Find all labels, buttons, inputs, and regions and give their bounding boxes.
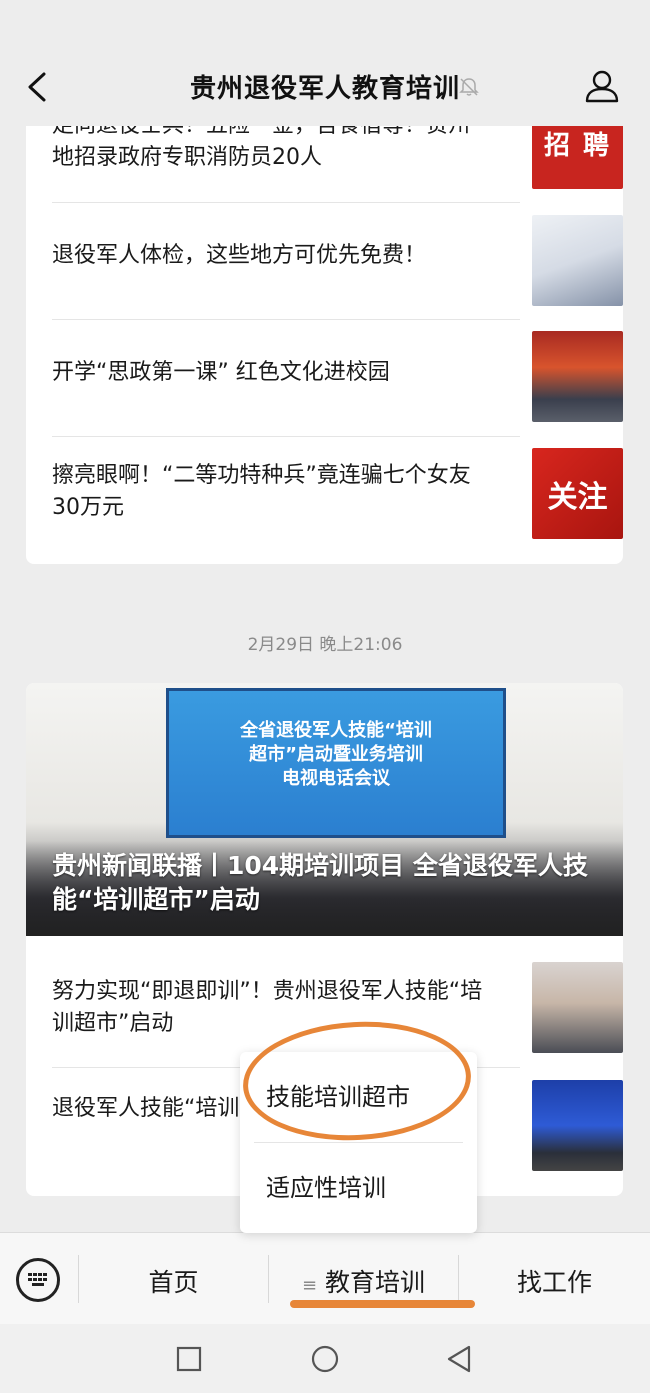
article-thumbnail (532, 215, 623, 306)
screen-text: 超市”启动暨业务培训 (249, 744, 423, 765)
menu-item-find-job[interactable]: 找工作 (459, 1263, 650, 1299)
screen-text: 全省退役军人技能“培训 (240, 720, 432, 741)
menu-item-label: 找工作 (516, 1268, 592, 1297)
article-title: 擦亮眼啊！“二等功特种兵”竟连骗七个女友30万元 (52, 463, 471, 520)
user-icon[interactable] (584, 68, 620, 104)
menu-item-home[interactable]: 首页 (79, 1263, 268, 1299)
hero-caption: 贵州新闻联播丨104期培训项目 全省退役军人技能“培训超市”启动 (52, 851, 588, 914)
menu-item-education-training[interactable]: ≡ 教育培训 (269, 1263, 458, 1299)
article-thumbnail (532, 962, 623, 1053)
menu-item-label: 教育培训 (325, 1268, 426, 1297)
submenu-item-adaptive-training[interactable]: 适应性培训 (240, 1143, 477, 1233)
article-title: 退役军人体检，这些地方可优先免费！ (52, 243, 427, 268)
article-title: 开学“思政第一课” 红色文化进校园 (52, 360, 390, 385)
system-navigation-bar (0, 1324, 650, 1393)
page-title: 贵州退役军人教育培训 (189, 74, 460, 104)
recent-apps-icon[interactable] (172, 1342, 206, 1376)
top-bar: 贵州退役军人教育培训 (0, 0, 650, 126)
bottom-menu-bar: 首页 ≡ 教育培训 找工作 (0, 1232, 650, 1324)
article-thumbnail (532, 1080, 623, 1171)
hero-image-screen: 全省退役军人技能“培训 超市”启动暨业务培训 电视电话会议 (166, 688, 506, 838)
article-thumbnail (532, 331, 623, 422)
keyboard-icon[interactable] (16, 1258, 60, 1302)
screen-text: 电视电话会议 (282, 768, 390, 789)
article-card-1: 走向退役士兵！五险一金，含食宿等！贵州一地招录政府专职消防员20人 招 聘 退役… (26, 96, 623, 564)
list-item[interactable]: 擦亮眼啊！“二等功特种兵”竟连骗七个女友30万元 关注 (52, 436, 623, 564)
mute-bell-icon (459, 78, 479, 96)
back-triangle-icon[interactable] (442, 1342, 476, 1376)
article-thumbnail: 关注 (532, 448, 623, 539)
message-timestamp: 2月29日 晚上21:06 (247, 635, 403, 655)
annotation-underline (290, 1300, 475, 1308)
thumbnail-label: 招 聘 (543, 131, 612, 161)
list-item[interactable]: 开学“思政第一课” 红色文化进校园 (52, 319, 623, 436)
menu-item-label: 首页 (148, 1268, 199, 1297)
hero-article[interactable]: 全省退役军人技能“培训 超市”启动暨业务培训 电视电话会议 贵州新闻联播丨104… (26, 683, 623, 936)
thumbnail-label: 关注 (547, 479, 608, 515)
home-circle-icon[interactable] (308, 1342, 342, 1376)
list-item[interactable]: 退役军人体检，这些地方可优先免费！ (52, 202, 623, 319)
menu-lines-icon: ≡ (301, 1275, 318, 1296)
